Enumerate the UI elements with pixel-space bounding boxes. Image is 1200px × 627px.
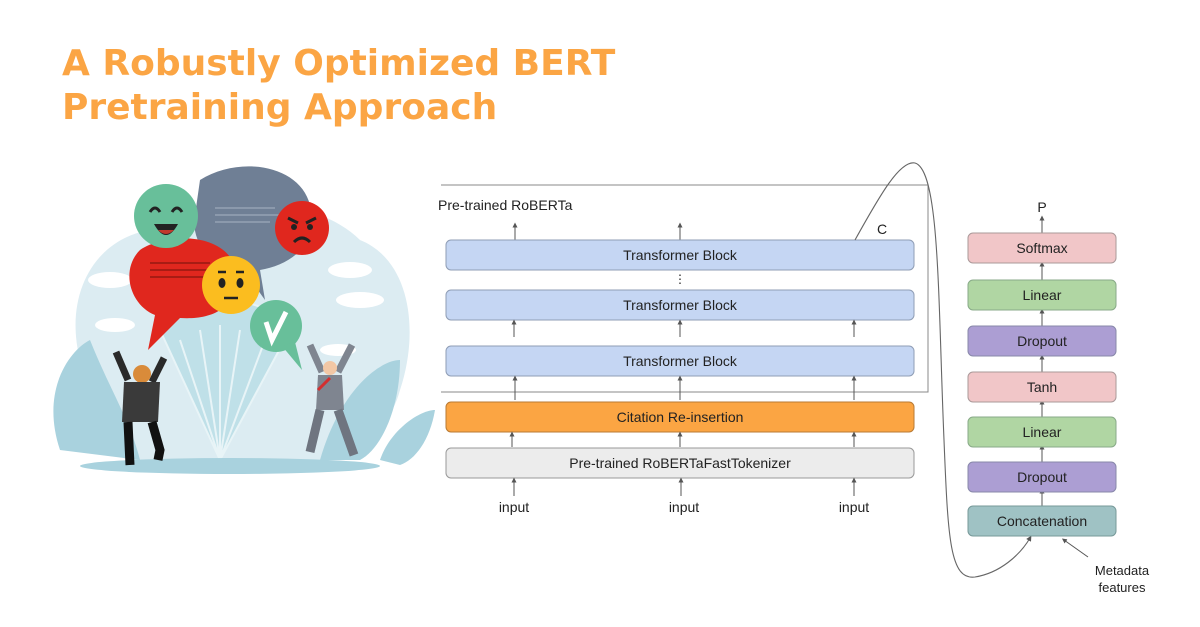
transformer-block-bottom: Transformer Block: [445, 345, 915, 377]
roberta-container-label: Pre-trained RoBERTa: [438, 197, 573, 213]
head-layer-tanh: Tanh: [967, 371, 1117, 403]
arrows-between-blocks: [511, 319, 857, 337]
tokenizer-block: Pre-trained RoBERTaFastTokenizer: [445, 447, 915, 479]
architecture-diagram: Pre-trained RoBERTa C Transformer Block …: [438, 162, 1150, 595]
metadata-arrow: [1061, 538, 1089, 558]
head-layer-dropout-top: Dropout: [967, 325, 1117, 357]
output-arrows: [512, 222, 683, 240]
c-label: C: [877, 221, 887, 237]
svg-text:Transformer Block: Transformer Block: [623, 247, 738, 263]
metadata-features-label-1: Metadata: [1095, 563, 1150, 578]
input-label-3: input: [839, 499, 869, 515]
svg-text:Concatenation: Concatenation: [997, 513, 1087, 529]
svg-text:Transformer Block: Transformer Block: [623, 353, 738, 369]
head-layer-dropout-bottom: Dropout: [967, 461, 1117, 493]
arrows-input-to-tokenizer: [511, 477, 857, 496]
ellipsis: ⋮: [674, 272, 686, 286]
svg-text:Dropout: Dropout: [1017, 333, 1067, 349]
svg-text:Citation Re-insertion: Citation Re-insertion: [617, 409, 744, 425]
input-label-1: input: [499, 499, 529, 515]
head-layer-linear-top: Linear: [967, 279, 1117, 311]
head-layer-concatenation: Concatenation: [967, 505, 1117, 537]
output-p-label: P: [1037, 199, 1046, 215]
svg-text:Dropout: Dropout: [1017, 469, 1067, 485]
citation-reinsertion-block: Citation Re-insertion: [445, 401, 915, 433]
svg-text:Linear: Linear: [1023, 424, 1062, 440]
svg-text:Transformer Block: Transformer Block: [623, 297, 738, 313]
transformer-block-top: Transformer Block: [445, 239, 915, 271]
metadata-features-label-2: features: [1099, 580, 1146, 595]
arrows-tokenizer-to-citation: [509, 431, 857, 447]
svg-text:Softmax: Softmax: [1016, 240, 1067, 256]
svg-text:Tanh: Tanh: [1027, 379, 1057, 395]
head-layer-linear-bottom: Linear: [967, 416, 1117, 448]
head-layer-softmax: Softmax: [967, 232, 1117, 264]
svg-text:Linear: Linear: [1023, 287, 1062, 303]
transformer-block-middle: Transformer Block: [445, 289, 915, 321]
arrows-citation-to-blocks: [512, 375, 857, 400]
input-label-2: input: [669, 499, 699, 515]
svg-text:Pre-trained RoBERTaFastTokeniz: Pre-trained RoBERTaFastTokenizer: [569, 455, 791, 471]
